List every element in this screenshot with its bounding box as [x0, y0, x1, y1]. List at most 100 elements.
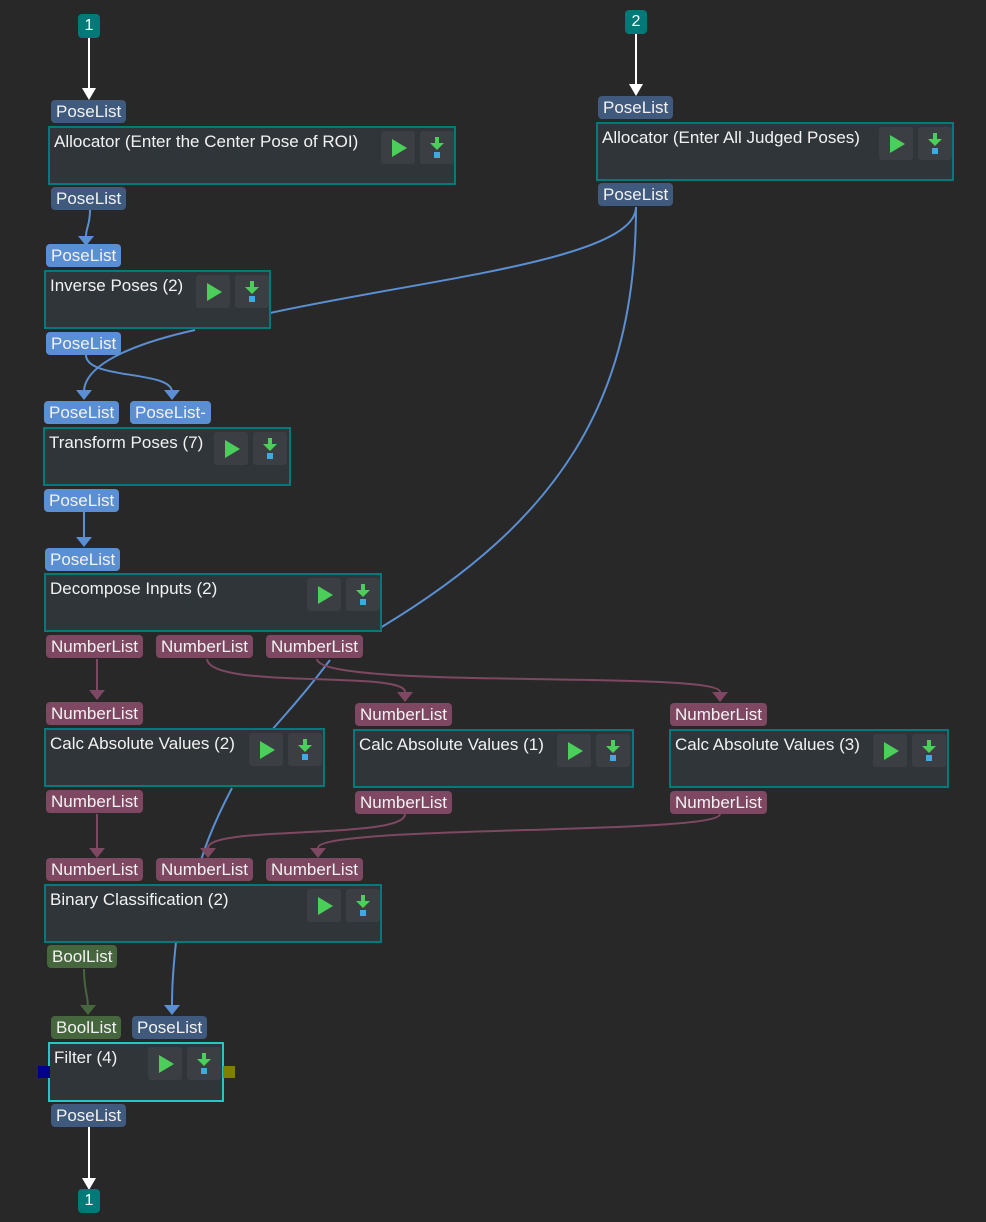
wire-decompose2-calc1	[206, 658, 406, 693]
step-button[interactable]	[346, 578, 380, 611]
alloc1-output-port[interactable]: PoseList	[51, 187, 127, 210]
node-title: Allocator (Enter All Judged Poses)	[602, 128, 860, 147]
play-icon	[318, 897, 333, 915]
play-icon	[159, 1055, 174, 1073]
flow-out-marker-1[interactable]: 1	[78, 1189, 100, 1213]
step-button[interactable]	[253, 432, 287, 465]
run-button[interactable]	[873, 734, 907, 767]
node-title: Inverse Poses (2)	[50, 276, 184, 295]
step-button[interactable]	[918, 127, 952, 160]
run-button[interactable]	[381, 131, 415, 164]
play-icon	[260, 741, 275, 759]
flow-in-marker-1[interactable]: 1	[78, 14, 100, 38]
decompose-output-port-1[interactable]: NumberList	[46, 635, 143, 658]
step-button[interactable]	[420, 131, 454, 164]
decompose-output-port-2[interactable]: NumberList	[156, 635, 253, 658]
step-button[interactable]	[346, 889, 380, 922]
inverse-input-port[interactable]: PoseList	[46, 244, 122, 267]
inverse-output-port[interactable]: PoseList	[46, 332, 122, 355]
step-down-icon	[356, 584, 370, 605]
run-button[interactable]	[249, 733, 283, 766]
wire-inverse-transform-poseminus	[85, 354, 173, 393]
node-filter[interactable]: Filter (4)	[48, 1042, 224, 1102]
transform-input-port-pose[interactable]: PoseList	[44, 401, 120, 424]
step-button[interactable]	[596, 734, 630, 767]
wire-decompose3-calc3	[316, 658, 721, 693]
step-down-icon	[245, 281, 259, 302]
node-title: Calc Absolute Values (2)	[50, 734, 235, 753]
play-icon	[207, 283, 222, 301]
filter-input-port-bool[interactable]: BoolList	[51, 1016, 122, 1039]
step-button[interactable]	[187, 1047, 221, 1080]
run-button[interactable]	[307, 889, 341, 922]
decompose-output-port-3[interactable]: NumberList	[266, 635, 363, 658]
step-down-icon	[928, 133, 942, 154]
play-icon	[392, 139, 407, 157]
wire-alloc1-inverse	[85, 209, 91, 237]
node-calc-absolute-values-3[interactable]: Calc Absolute Values (3)	[669, 729, 949, 788]
play-icon	[884, 742, 899, 760]
node-transform-poses[interactable]: Transform Poses (7)	[43, 427, 291, 486]
node-title: Filter (4)	[54, 1048, 118, 1067]
calc2-output-port[interactable]: NumberList	[46, 790, 143, 813]
flow-wire-in2	[629, 34, 643, 96]
run-button[interactable]	[196, 275, 230, 308]
node-title: Calc Absolute Values (1)	[359, 735, 544, 754]
filter-right-side-port[interactable]	[223, 1066, 235, 1078]
flow-wire-in1	[82, 38, 96, 100]
node-calc-absolute-values-1[interactable]: Calc Absolute Values (1)	[353, 729, 634, 788]
calc3-output-port[interactable]: NumberList	[670, 791, 767, 814]
filter-output-port[interactable]: PoseList	[51, 1104, 127, 1127]
node-title: Binary Classification (2)	[50, 890, 229, 909]
calc3-input-port[interactable]: NumberList	[670, 703, 767, 726]
node-title: Calc Absolute Values (3)	[675, 735, 860, 754]
decompose-input-port[interactable]: PoseList	[45, 548, 121, 571]
wire-calc1-binary	[207, 813, 406, 849]
transform-output-port[interactable]: PoseList	[44, 489, 120, 512]
node-inverse-poses[interactable]: Inverse Poses (2)	[44, 270, 271, 329]
binary-input-port-3[interactable]: NumberList	[266, 858, 363, 881]
node-title: Transform Poses (7)	[49, 433, 204, 452]
step-down-icon	[298, 739, 312, 760]
node-allocator-judged-poses[interactable]: Allocator (Enter All Judged Poses)	[596, 122, 954, 181]
run-button[interactable]	[557, 734, 591, 767]
wire-binary-filter-bool	[83, 968, 89, 1009]
step-down-icon	[922, 740, 936, 761]
node-calc-absolute-values-2[interactable]: Calc Absolute Values (2)	[44, 728, 325, 787]
play-icon	[318, 586, 333, 604]
calc2-input-port[interactable]: NumberList	[46, 702, 143, 725]
play-icon	[568, 742, 583, 760]
step-down-icon	[263, 438, 277, 459]
flow-wire-out1	[82, 1127, 96, 1190]
flow-in-marker-2[interactable]: 2	[625, 10, 647, 34]
node-title: Allocator (Enter the Center Pose of ROI)	[54, 132, 359, 151]
binary-input-port-2[interactable]: NumberList	[156, 858, 253, 881]
run-button[interactable]	[879, 127, 913, 160]
alloc1-input-port[interactable]: PoseList	[51, 100, 127, 123]
node-allocator-center-pose[interactable]: Allocator (Enter the Center Pose of ROI)	[48, 126, 456, 185]
node-title: Decompose Inputs (2)	[50, 579, 218, 598]
transform-input-port-pose-minus[interactable]: PoseList-	[130, 401, 211, 424]
calc1-input-port[interactable]: NumberList	[355, 703, 452, 726]
run-button[interactable]	[214, 432, 248, 465]
run-button[interactable]	[307, 578, 341, 611]
step-down-icon	[606, 740, 620, 761]
alloc2-input-port[interactable]: PoseList	[598, 96, 674, 119]
run-button[interactable]	[148, 1047, 182, 1080]
step-button[interactable]	[912, 734, 946, 767]
calc1-output-port[interactable]: NumberList	[355, 791, 452, 814]
step-button[interactable]	[235, 275, 269, 308]
node-decompose-inputs[interactable]: Decompose Inputs (2)	[44, 573, 382, 632]
binary-input-port-1[interactable]: NumberList	[46, 858, 143, 881]
filter-input-port-pose[interactable]: PoseList	[132, 1016, 208, 1039]
alloc2-output-port[interactable]: PoseList	[598, 183, 674, 206]
wire-calc3-binary	[317, 813, 721, 849]
filter-left-side-port[interactable]	[38, 1066, 50, 1078]
step-down-icon	[356, 895, 370, 916]
play-icon	[890, 135, 905, 153]
step-down-icon	[197, 1053, 211, 1074]
play-icon	[225, 440, 240, 458]
step-button[interactable]	[288, 733, 322, 766]
node-binary-classification[interactable]: Binary Classification (2)	[44, 884, 382, 943]
binary-output-port[interactable]: BoolList	[47, 945, 118, 968]
